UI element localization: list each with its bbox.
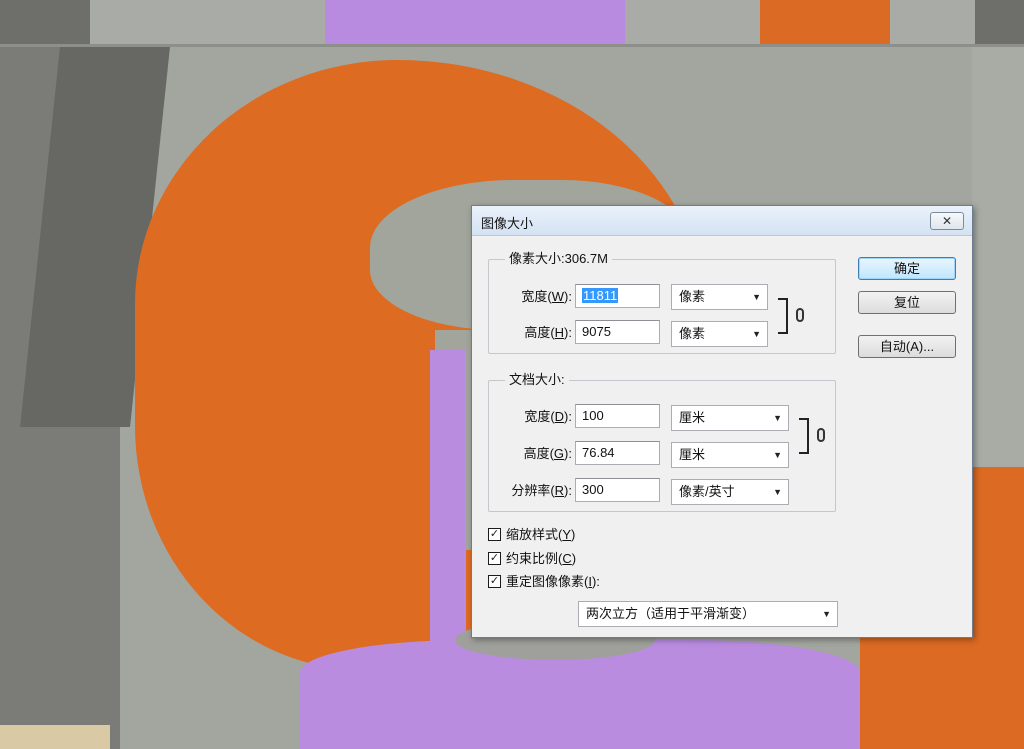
- scale-styles-label: 缩放样式(Y): [506, 527, 576, 542]
- document-height-input[interactable]: 76.84: [575, 441, 660, 465]
- document-width-unit-select[interactable]: 厘米 ▼: [671, 405, 789, 431]
- scale-styles-option[interactable]: ✓ 缩放样式(Y): [488, 526, 618, 544]
- pixel-width-unit-select[interactable]: 像素 ▼: [671, 284, 768, 310]
- pixel-width-input[interactable]: 11811: [575, 284, 660, 308]
- document-height-label: 高度(G):: [523, 446, 572, 461]
- pixel-width-label: 宽度(W):: [521, 289, 572, 304]
- chevron-down-icon: ▼: [752, 329, 761, 339]
- ok-button[interactable]: 确定: [858, 257, 956, 280]
- resample-image-checkbox[interactable]: ✓: [488, 575, 501, 588]
- constrain-bracket: [799, 418, 809, 454]
- chevron-down-icon: ▼: [773, 413, 782, 423]
- dialog-title: 图像大小: [481, 216, 534, 231]
- constrain-bracket: [778, 298, 788, 334]
- pixel-height-label: 高度(H):: [524, 325, 572, 340]
- chevron-down-icon: ▼: [752, 292, 761, 302]
- document-size-label: 文档大小:: [505, 372, 569, 388]
- chain-link-icon: [796, 308, 804, 322]
- resample-image-option[interactable]: ✓ 重定图像像素(I):: [488, 573, 648, 591]
- chevron-down-icon: ▼: [773, 450, 782, 460]
- reset-button[interactable]: 复位: [858, 291, 956, 314]
- chain-link-icon: [817, 428, 825, 442]
- pixel-height-input[interactable]: 9075: [575, 320, 660, 344]
- auto-button[interactable]: 自动(A)...: [858, 335, 956, 358]
- constrain-proportions-label: 约束比例(C): [506, 551, 577, 566]
- document-height-unit-select[interactable]: 厘米 ▼: [671, 442, 789, 468]
- chevron-down-icon: ▼: [822, 609, 831, 619]
- document-width-label: 宽度(D):: [524, 409, 572, 424]
- constrain-proportions-checkbox[interactable]: ✓: [488, 552, 501, 565]
- close-icon: ✕: [941, 214, 953, 228]
- artwork-top-strip: [0, 0, 1024, 45]
- chevron-down-icon: ▼: [773, 487, 782, 497]
- resolution-input[interactable]: 300: [575, 478, 660, 502]
- scale-styles-checkbox[interactable]: ✓: [488, 528, 501, 541]
- resample-image-label: 重定图像像素(I):: [506, 574, 600, 589]
- dialog-titlebar[interactable]: 图像大小 ✕: [472, 206, 972, 236]
- resolution-unit-select[interactable]: 像素/英寸 ▼: [671, 479, 789, 505]
- resample-method-select[interactable]: 两次立方（适用于平滑渐变） ▼: [578, 601, 838, 627]
- resolution-label: 分辨率(R):: [511, 483, 572, 498]
- image-size-dialog: 图像大小 ✕ 像素大小:306.7M 宽度(W): 11811 像素 ▼ 高度(H…: [471, 205, 973, 638]
- pixel-height-unit-select[interactable]: 像素 ▼: [671, 321, 768, 347]
- constrain-proportions-option[interactable]: ✓ 约束比例(C): [488, 550, 618, 568]
- pixel-dimensions-label: 像素大小:306.7M: [505, 251, 612, 267]
- document-width-input[interactable]: 100: [575, 404, 660, 428]
- close-button[interactable]: ✕: [930, 212, 964, 230]
